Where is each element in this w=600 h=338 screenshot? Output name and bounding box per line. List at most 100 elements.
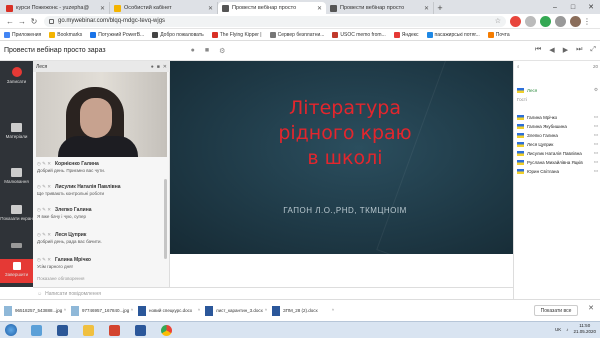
- minimize-icon[interactable]: –: [546, 0, 564, 14]
- host-row[interactable]: Леся ⚙: [517, 86, 598, 94]
- camera-icon[interactable]: ■: [157, 64, 160, 70]
- chevron-up-icon[interactable]: ^: [198, 308, 200, 313]
- chat-scrollbar[interactable]: [164, 179, 167, 259]
- participant-row[interactable]: Злепко Галина ▭: [517, 131, 598, 139]
- download-item[interactable]: ЗПМ_28 (2).docx ^: [272, 303, 334, 319]
- close-tab-icon[interactable]: ✕: [424, 5, 429, 12]
- browser-tab[interactable]: Особистий кабінет ✕: [110, 2, 218, 14]
- message-actions-icon[interactable]: ◷ ✎ ✕: [37, 161, 51, 167]
- settings-icon[interactable]: ⚙: [219, 47, 225, 55]
- close-icon[interactable]: ✕: [588, 304, 594, 312]
- reload-icon[interactable]: ↻: [28, 15, 40, 27]
- mic-icon[interactable]: ●: [151, 64, 154, 70]
- bookmark-item[interactable]: пасажирські потяг...: [426, 31, 480, 38]
- chat-messages: ◷ ✎ ✕ Корнієнко Галина Добрий день. Приєм…: [33, 161, 170, 273]
- new-tab-button[interactable]: +: [434, 2, 446, 14]
- download-item[interactable]: 97746957_167840...jpg ^: [71, 303, 133, 319]
- extension-icon[interactable]: [540, 15, 551, 27]
- record-button[interactable]: Записати: [0, 67, 33, 84]
- close-window-icon[interactable]: ✕: [582, 0, 600, 14]
- chevron-up-icon[interactable]: ^: [131, 308, 133, 313]
- avatar[interactable]: [570, 15, 581, 27]
- browser-tab[interactable]: курси Пожежонє - yuzepha@ ✕: [2, 2, 110, 14]
- participant-row[interactable]: Лисулик Наталія Павлівна ▭: [517, 149, 598, 157]
- bookmark-item[interactable]: USOC memo from...: [332, 31, 386, 38]
- participant-row[interactable]: Юрин Світлана ▭: [517, 167, 598, 175]
- last-slide-icon[interactable]: ⏭: [576, 46, 582, 54]
- first-slide-icon[interactable]: ⏮: [535, 46, 541, 54]
- close-tab-icon[interactable]: ✕: [208, 5, 213, 12]
- message-actions-icon[interactable]: ◷ ✎ ✕: [37, 207, 51, 213]
- settings-icon[interactable]: ⚙: [594, 87, 598, 93]
- close-icon[interactable]: ✕: [163, 64, 167, 70]
- participants-search[interactable]: ⌕ 20: [517, 63, 598, 70]
- chrome-icon: [160, 324, 172, 336]
- message-actions-icon[interactable]: ◷ ✎ ✕: [37, 232, 51, 238]
- url-field[interactable]: go.mywebinar.com/blqq-mdgc-tevq-wjgs ☆: [44, 15, 506, 27]
- message-actions-icon[interactable]: ◷ ✎ ✕: [37, 184, 51, 190]
- chevron-up-icon[interactable]: ^: [265, 308, 267, 313]
- webinar-icon: [330, 4, 337, 12]
- browser-tab-active[interactable]: Провести вебінар просто ✕: [218, 2, 326, 14]
- share-screen-button[interactable]: Показати екран: [0, 205, 33, 221]
- close-tab-icon[interactable]: ✕: [100, 5, 105, 12]
- forward-icon[interactable]: →: [16, 15, 28, 27]
- taskbar-app[interactable]: [102, 323, 126, 338]
- close-tab-icon[interactable]: ✕: [317, 5, 322, 12]
- taskbar-app[interactable]: [24, 323, 48, 338]
- materials-button[interactable]: Матеріали: [0, 123, 33, 139]
- prev-slide-icon[interactable]: ◀: [549, 46, 554, 54]
- participant-row[interactable]: Леся Цуприк ▭: [517, 140, 598, 148]
- bookmark-item[interactable]: Почта: [487, 31, 510, 38]
- back-icon[interactable]: ←: [4, 15, 16, 27]
- bookmark-item[interactable]: Добро пожаловать: [152, 31, 204, 38]
- folder-icon: [82, 324, 94, 336]
- chevron-up-icon[interactable]: ^: [64, 308, 66, 313]
- volume-icon[interactable]: ♪: [566, 327, 568, 332]
- tab-strip: курси Пожежонє - yuzepha@ ✕ Особистий каб…: [0, 0, 600, 14]
- message-actions-icon[interactable]: ◷ ✎ ✕: [37, 257, 51, 263]
- bookmark-item[interactable]: Потужний PowerB...: [90, 31, 144, 38]
- emoji-icon[interactable]: ☺: [37, 291, 42, 297]
- mic-icon[interactable]: ●: [191, 47, 195, 55]
- bookmark-item[interactable]: Сервер безплатни...: [269, 31, 324, 38]
- explorer-icon: [30, 324, 42, 336]
- expand-icon[interactable]: ⤢: [590, 46, 596, 54]
- taskbar-app[interactable]: [76, 323, 100, 338]
- address-bar: ← → ↻ go.mywebinar.com/blqq-mdgc-tevq-wj…: [0, 14, 600, 29]
- chat-input[interactable]: ☺ Написати повідомлення: [33, 287, 513, 299]
- show-all-button[interactable]: Показати все: [534, 305, 578, 316]
- participant-row[interactable]: Руслана Михайлівна Яцків ▭: [517, 158, 598, 166]
- more-button[interactable]: [0, 243, 33, 250]
- start-button[interactable]: [0, 322, 22, 338]
- clock[interactable]: 11:50 21.05.2020: [573, 323, 596, 335]
- taskbar-app[interactable]: [50, 323, 74, 338]
- taskbar-app[interactable]: [154, 323, 178, 338]
- end-button[interactable]: Завершити: [0, 259, 33, 283]
- next-slide-icon[interactable]: ▶: [563, 46, 568, 54]
- download-item[interactable]: лист_карантин_3.docx ^: [205, 303, 267, 319]
- word-file-icon: [138, 305, 146, 316]
- bookmark-item[interactable]: Приложения: [4, 31, 41, 38]
- download-item[interactable]: новий спецкурс.docx ^: [138, 303, 200, 319]
- bookmark-item[interactable]: Яндекс: [393, 31, 419, 38]
- extension-icon[interactable]: [555, 15, 566, 27]
- extension-icon[interactable]: [510, 15, 521, 27]
- maximize-icon[interactable]: □: [564, 0, 582, 14]
- browser-tab[interactable]: Провести вебінар просто ✕: [326, 2, 434, 14]
- drawing-button[interactable]: Малювання: [0, 168, 33, 184]
- star-icon[interactable]: ☆: [495, 17, 501, 25]
- pinned-discussion[interactable]: Показане обговорення: [37, 276, 84, 281]
- participant-row[interactable]: Галина Мрічко ▭: [517, 113, 598, 121]
- menu-icon[interactable]: ⋮: [581, 15, 593, 27]
- download-item[interactable]: 96518257_543888...jpg ^: [4, 303, 66, 319]
- camera-icon[interactable]: ■: [205, 47, 209, 55]
- extension-icon[interactable]: [525, 15, 536, 27]
- chevron-up-icon[interactable]: ^: [332, 308, 334, 313]
- language-indicator[interactable]: UK: [555, 327, 561, 332]
- site-icon: [90, 31, 97, 38]
- bookmark-item[interactable]: The Flying Kipper |: [211, 31, 262, 38]
- participant-row[interactable]: Галина Якубишина ▭: [517, 122, 598, 130]
- taskbar-app[interactable]: [128, 323, 152, 338]
- bookmark-item[interactable]: Bookmarks: [49, 31, 82, 38]
